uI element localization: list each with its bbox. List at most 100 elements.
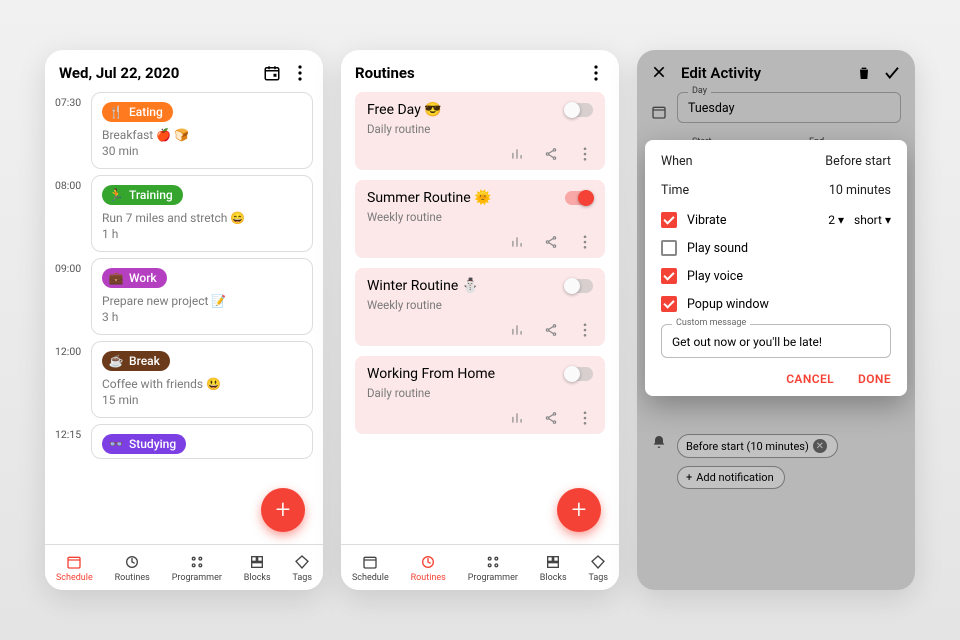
field-value: Get out now or you'll be late! (672, 335, 880, 349)
nav-routines[interactable]: Routines (115, 553, 150, 583)
play-sound-row: Play sound (661, 240, 891, 256)
routine-switch[interactable] (565, 103, 593, 117)
cancel-button[interactable]: CANCEL (786, 372, 834, 386)
activity-chip: 🍴 Eating (102, 102, 173, 122)
nav-blocks[interactable]: Blocks (540, 553, 567, 583)
vibrate-count-dropdown[interactable]: 2▾ (828, 213, 844, 227)
nav-programmer[interactable]: Programmer (468, 553, 518, 583)
when-row[interactable]: When Before start (661, 154, 891, 169)
nav-blocks[interactable]: Blocks (244, 553, 271, 583)
checkbox-label: Play voice (687, 269, 743, 284)
cycle-icon (419, 553, 437, 571)
more-icon[interactable] (577, 322, 593, 338)
chart-icon[interactable] (509, 410, 525, 426)
chip-label: Eating (129, 105, 163, 119)
routine-switch[interactable] (565, 191, 593, 205)
page-title: Edit Activity (681, 64, 845, 82)
done-button[interactable]: DONE (858, 372, 891, 386)
fab-add[interactable]: + (557, 488, 601, 532)
activity-sub: Prepare new project 📝 (102, 294, 302, 308)
more-icon[interactable] (291, 64, 309, 82)
chevron-down-icon: ▾ (885, 213, 891, 227)
more-icon[interactable] (587, 64, 605, 82)
fab-add[interactable]: + (261, 488, 305, 532)
row-label: When (661, 154, 825, 169)
more-icon[interactable] (577, 410, 593, 426)
share-icon[interactable] (543, 234, 559, 250)
activity-chip: 💼 Work (102, 268, 167, 288)
notification-chip[interactable]: Before start (10 minutes) ✕ (677, 434, 838, 458)
nav-tags[interactable]: Tags (293, 553, 312, 583)
calendar-icon (361, 553, 379, 571)
activity-card[interactable]: 👓 Studying (91, 424, 313, 459)
share-icon[interactable] (543, 146, 559, 162)
routine-switch[interactable] (565, 367, 593, 381)
routine-card[interactable]: Summer Routine 🌞 Weekly routine (355, 180, 605, 258)
routine-card[interactable]: Working From Home Daily routine (355, 356, 605, 434)
nav-schedule[interactable]: Schedule (352, 553, 389, 583)
vibrate-length-dropdown[interactable]: short▾ (854, 213, 891, 227)
schedule-body: 07:30 🍴 Eating Breakfast 🍎 🍞 30 min 08:0… (45, 92, 323, 544)
activity-duration: 30 min (102, 144, 302, 158)
row-value: Before start (825, 154, 891, 169)
popup-window-row: Popup window (661, 296, 891, 312)
activity-sub: Coffee with friends 😃 (102, 377, 302, 391)
nav-label: Routines (115, 573, 150, 583)
time-row[interactable]: Time 10 minutes (661, 183, 891, 198)
plus-icon: + (686, 471, 692, 484)
page-title: Routines (355, 64, 577, 82)
nav-label: Programmer (468, 573, 518, 583)
remove-icon[interactable]: ✕ (813, 439, 827, 453)
checkbox-label: Vibrate (687, 213, 818, 228)
activity-card[interactable]: 💼 Work Prepare new project 📝 3 h (91, 258, 313, 335)
activity-sub: Breakfast 🍎 🍞 (102, 128, 302, 142)
play-voice-row: Play voice (661, 268, 891, 284)
more-icon[interactable] (577, 146, 593, 162)
chart-icon[interactable] (509, 146, 525, 162)
day-field[interactable]: Day Tuesday (677, 92, 901, 123)
nav-schedule[interactable]: Schedule (56, 553, 93, 583)
blocks-icon (544, 553, 562, 571)
play-sound-checkbox[interactable] (661, 240, 677, 256)
routine-switch[interactable] (565, 279, 593, 293)
activity-duration: 15 min (102, 393, 302, 407)
routine-card[interactable]: Winter Routine ⛄ Weekly routine (355, 268, 605, 346)
close-icon[interactable] (651, 64, 669, 82)
screen-edit-activity: Edit Activity Day Tuesday Start En (637, 50, 915, 590)
time-label: 12:00 (51, 341, 91, 424)
time-label: 12:15 (51, 424, 91, 465)
calendar-icon[interactable] (263, 64, 281, 82)
routine-card[interactable]: Free Day 😎 Daily routine (355, 92, 605, 170)
vibrate-checkbox[interactable] (661, 212, 677, 228)
chart-icon[interactable] (509, 322, 525, 338)
custom-message-field[interactable]: Custom message Get out now or you'll be … (661, 324, 891, 358)
more-icon[interactable] (577, 234, 593, 250)
share-icon[interactable] (543, 322, 559, 338)
chip-label: Work (129, 271, 157, 285)
confirm-icon[interactable] (883, 64, 901, 82)
calendar-icon (65, 553, 83, 571)
nav-programmer[interactable]: Programmer (172, 553, 222, 583)
notification-popup: When Before start Time 10 minutes Vibrat… (645, 140, 907, 396)
activity-card[interactable]: 🍴 Eating Breakfast 🍎 🍞 30 min (91, 92, 313, 169)
share-icon[interactable] (543, 410, 559, 426)
activity-chip: 🏃 Training (102, 185, 183, 205)
activity-card[interactable]: ☕ Break Coffee with friends 😃 15 min (91, 341, 313, 418)
cycle-icon (123, 553, 141, 571)
delete-icon[interactable] (855, 64, 873, 82)
play-voice-checkbox[interactable] (661, 268, 677, 284)
row-value: 10 minutes (829, 183, 891, 198)
nav-routines[interactable]: Routines (411, 553, 446, 583)
nav-label: Blocks (244, 573, 271, 583)
glasses-icon: 👓 (109, 437, 123, 451)
routine-sub: Weekly routine (367, 298, 593, 312)
routine-name: Free Day 😎 (367, 102, 565, 118)
nav-tags[interactable]: Tags (589, 553, 608, 583)
routine-sub: Daily routine (367, 122, 593, 136)
add-notification-chip[interactable]: + Add notification (677, 466, 785, 489)
chart-icon[interactable] (509, 234, 525, 250)
popup-window-checkbox[interactable] (661, 296, 677, 312)
activity-card[interactable]: 🏃 Training Run 7 miles and stretch 😄 1 h (91, 175, 313, 252)
running-icon: 🏃 (109, 188, 123, 202)
nav-label: Routines (411, 573, 446, 583)
